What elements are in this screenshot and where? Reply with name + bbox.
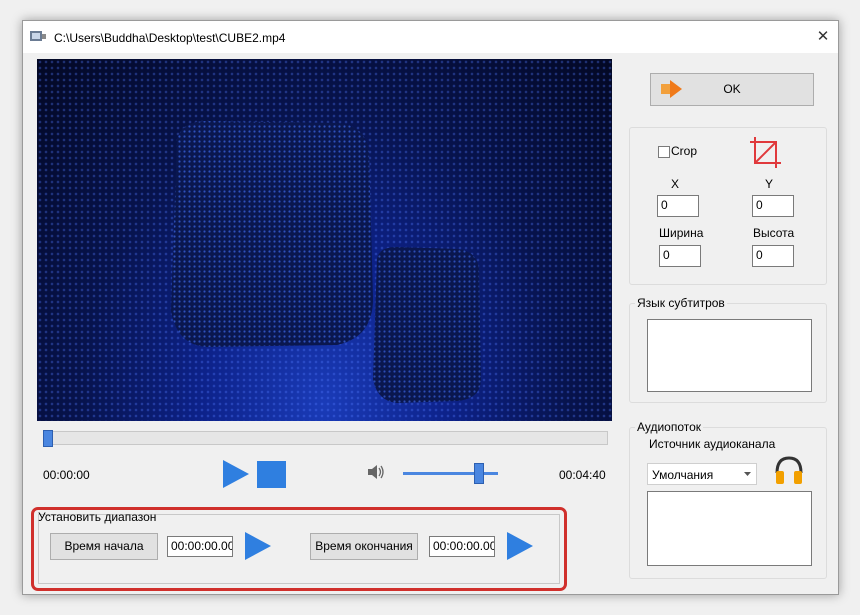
height-field[interactable]: 0: [752, 245, 794, 267]
seek-bar[interactable]: [43, 430, 608, 447]
play-icon[interactable]: [223, 460, 249, 488]
audio-list[interactable]: [647, 491, 812, 566]
video-frame-cubes: [171, 121, 481, 403]
volume-icon[interactable]: [367, 464, 385, 480]
dropdown-arrow-icon: [744, 472, 751, 476]
audio-source-select[interactable]: Умолчания: [647, 463, 757, 485]
subtitle-label: Язык субтитров: [635, 296, 727, 310]
ok-button[interactable]: OK: [650, 73, 814, 106]
headphones-icon: [775, 456, 803, 484]
app-icon: [30, 31, 46, 41]
window-title: C:\Users\Buddha\Desktop\test\CUBE2.mp4: [54, 31, 286, 45]
end-time-field[interactable]: 00:00:00.00: [429, 536, 495, 557]
audio-source-label: Источник аудиоканала: [649, 437, 776, 451]
ok-label: OK: [723, 82, 741, 96]
crop-icon[interactable]: [750, 137, 781, 168]
range-label: Установить диапазон: [38, 510, 157, 524]
x-label: X: [671, 177, 680, 191]
height-label: Высота: [753, 226, 795, 240]
subtitle-list[interactable]: [647, 319, 812, 392]
start-time-button[interactable]: Время начала: [50, 533, 158, 560]
set-start-play-icon[interactable]: [245, 532, 271, 560]
total-time: 00:04:40: [559, 468, 606, 482]
start-time-field[interactable]: 00:00:00.00: [167, 536, 233, 557]
current-time: 00:00:00: [43, 468, 90, 482]
seek-thumb[interactable]: [43, 430, 53, 447]
width-field[interactable]: 0: [659, 245, 701, 267]
title-bar: C:\Users\Buddha\Desktop\test\CUBE2.mp4 ✕: [23, 21, 838, 53]
y-field[interactable]: 0: [752, 195, 794, 217]
audio-label: Аудиопоток: [635, 420, 704, 434]
audio-source-value: Умолчания: [652, 468, 714, 482]
width-label: Ширина: [659, 226, 704, 240]
set-end-play-icon[interactable]: [507, 532, 533, 560]
close-icon[interactable]: ✕: [808, 21, 838, 53]
x-field[interactable]: 0: [657, 195, 699, 217]
stop-icon[interactable]: [257, 461, 286, 488]
end-time-button[interactable]: Время окончания: [310, 533, 418, 560]
crop-checkbox-label: Crop: [671, 144, 698, 158]
main-window: C:\Users\Buddha\Desktop\test\CUBE2.mp4 ✕…: [22, 20, 839, 595]
y-label: Y: [765, 177, 774, 191]
crop-checkbox[interactable]: [658, 146, 670, 158]
volume-thumb[interactable]: [474, 463, 484, 484]
video-preview[interactable]: [37, 59, 612, 421]
